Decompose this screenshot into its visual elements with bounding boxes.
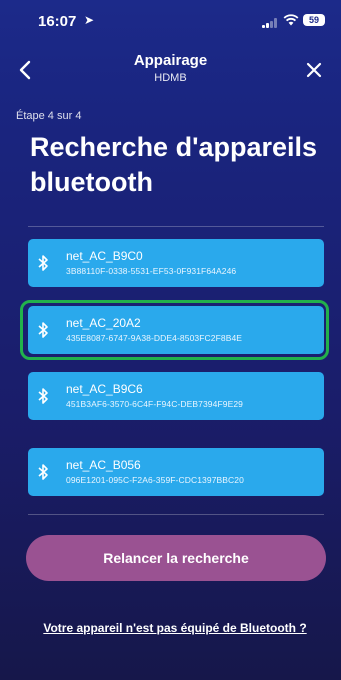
device-uuid: 096E1201-095C-F2A6-359F-CDC1397BBC20 (66, 475, 244, 485)
step-label: Étape 4 sur 4 (16, 110, 82, 122)
divider (28, 226, 324, 227)
device-uuid: 3B88110F-0338-5531-EF53-0F931F64A246 (66, 266, 237, 276)
page-title: Recherche d'appareils bluetooth (30, 132, 318, 197)
screen: 16:07 ➤ 59 Appairage HDMB Étape 4 sur 4 … (0, 0, 341, 680)
device-name: net_AC_B056 (66, 458, 141, 472)
status-bar: 16:07 ➤ 59 (0, 0, 341, 40)
battery-icon: 59 (303, 14, 325, 26)
device-item[interactable]: net_AC_B9C6 451B3AF6-3570-6C4F-F94C-DEB7… (28, 372, 324, 420)
cellular-signal-icon (262, 18, 278, 28)
bluetooth-icon (38, 464, 48, 480)
bluetooth-icon (38, 388, 48, 404)
device-name: net_AC_B9C0 (66, 249, 143, 263)
device-item[interactable]: net_AC_B9C0 3B88110F-0338-5531-EF53-0F93… (28, 239, 324, 287)
device-item[interactable]: net_AC_B056 096E1201-095C-F2A6-359F-CDC1… (28, 448, 324, 496)
status-time: 16:07 (38, 13, 77, 30)
nav-title: Appairage (133, 52, 208, 69)
bluetooth-icon (38, 255, 48, 271)
no-bluetooth-link[interactable]: Votre appareil n'est pas équipé de Bluet… (40, 618, 310, 638)
device-name: net_AC_B9C6 (66, 382, 143, 396)
selection-highlight (20, 300, 329, 360)
nav-bar: Appairage HDMB (0, 40, 341, 100)
relaunch-search-button[interactable]: Relancer la recherche (26, 535, 326, 581)
divider (28, 514, 324, 515)
close-icon[interactable] (306, 62, 322, 78)
device-uuid: 451B3AF6-3570-6C4F-F94C-DEB7394F9E29 (66, 399, 243, 409)
nav-subtitle: HDMB (154, 72, 187, 84)
wifi-icon (283, 14, 299, 26)
location-arrow-icon: ➤ (84, 13, 95, 27)
